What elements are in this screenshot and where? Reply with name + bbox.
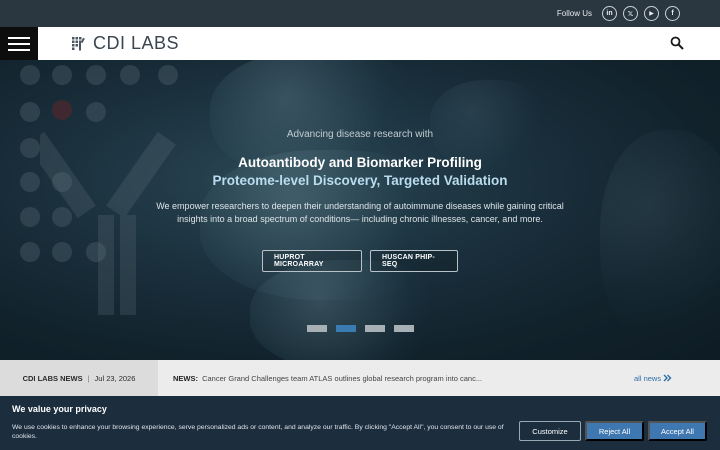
news-headline-link[interactable]: NEWS: Cancer Grand Challenges team ATLAS… [158, 374, 620, 383]
carousel-dot[interactable] [393, 325, 414, 332]
cookie-title: We value your privacy [12, 404, 107, 414]
news-label: CDI LABS NEWS [22, 373, 83, 383]
customize-button[interactable]: Customize [519, 421, 581, 441]
news-label-block: CDI LABS NEWS | Jul 23, 2026 [0, 360, 158, 396]
cdi-logo-mark-icon [72, 36, 85, 50]
double-chevron-right-icon [663, 374, 672, 382]
search-icon[interactable] [670, 36, 684, 50]
news-separator: | [87, 373, 90, 383]
site-header: CDI LABS [0, 27, 720, 60]
hero-buttons: HUPROT MICROARRAY HUSCAN PHIP-SEQ [0, 250, 720, 272]
huscan-phip-seq-button[interactable]: HUSCAN PHIP-SEQ [370, 250, 458, 272]
reject-all-button[interactable]: Reject All [585, 421, 644, 441]
all-news-link[interactable]: all news [620, 374, 720, 383]
cookie-consent-banner: We value your privacy We use cookies to … [0, 396, 720, 450]
logo-text: CDI LABS [93, 33, 180, 53]
carousel-dot[interactable] [364, 325, 385, 332]
facebook-icon[interactable]: f [665, 6, 680, 21]
youtube-icon[interactable]: ▶ [644, 6, 659, 21]
hero-subhead: Proteome-level Discovery, Targeted Valid… [212, 173, 508, 188]
accept-all-button[interactable]: Accept All [648, 421, 707, 441]
x-icon[interactable]: 𝕏 [623, 6, 638, 21]
carousel-pager [0, 325, 720, 332]
hamburger-menu-icon[interactable] [0, 27, 38, 60]
all-news-label: all news [634, 373, 662, 383]
carousel-dot-active[interactable] [335, 325, 356, 332]
hero-kicker: Advancing disease research with [286, 129, 434, 140]
news-ticker: CDI LABS NEWS | Jul 23, 2026 NEWS: Cance… [0, 360, 720, 396]
news-headline: Cancer Grand Challenges team ATLAS outli… [202, 373, 483, 383]
news-prefix: NEWS: [173, 373, 198, 383]
hero-description: We empower researchers to deepen their u… [156, 201, 564, 224]
hero-headline: Autoantibody and Biomarker Profiling [238, 155, 482, 170]
cookie-text: We use cookies to enhance your browsing … [12, 424, 504, 440]
news-date: Jul 23, 2026 [94, 373, 136, 383]
linkedin-icon[interactable]: in [602, 6, 617, 21]
carousel-dot[interactable] [306, 325, 327, 332]
huprot-microarray-button[interactable]: HUPROT MICROARRAY [262, 250, 362, 272]
hero-carousel: Advancing disease research with Autoanti… [0, 60, 720, 360]
site-logo[interactable]: CDI LABS [72, 33, 179, 54]
follow-us-label: Follow Us [556, 9, 592, 18]
top-bar: Follow Us in 𝕏 ▶ f [0, 0, 720, 27]
